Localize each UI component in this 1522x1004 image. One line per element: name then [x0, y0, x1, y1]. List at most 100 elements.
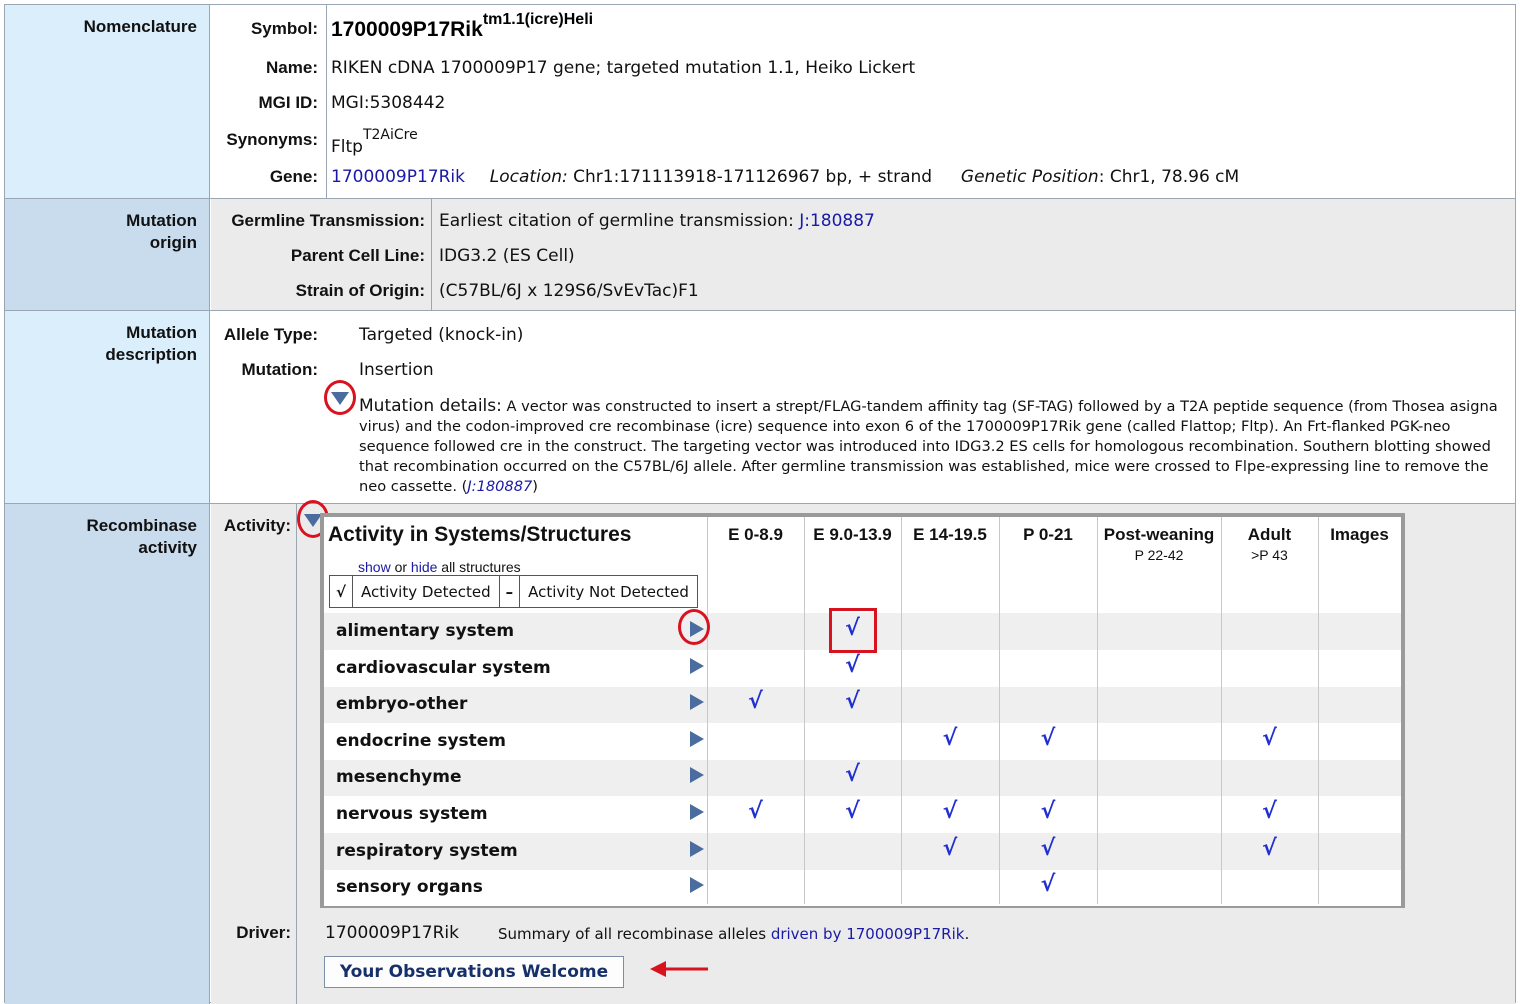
annotation-arrow-icon: [650, 961, 708, 977]
activity-check-mark[interactable]: √: [1255, 726, 1285, 751]
legend-detected-symbol: √: [330, 576, 354, 607]
system-label: nervous system: [336, 804, 488, 824]
activity-check-mark[interactable]: √: [1255, 836, 1285, 861]
show-all-link[interactable]: show: [358, 559, 391, 575]
system-label: mesenchyme: [336, 767, 462, 788]
driver-summary: Summary of all recombinase alleles drive…: [498, 925, 970, 943]
system-label: endocrine system: [336, 730, 507, 751]
system-label: alimentary system: [336, 621, 515, 641]
mgi-id-label: MGI ID:: [258, 93, 319, 112]
activity-check-mark[interactable]: √: [838, 799, 868, 824]
your-observations-button[interactable]: Your Observations Welcome: [324, 956, 624, 988]
location-label: Location:: [489, 167, 568, 187]
expand-row-icon[interactable]: [690, 877, 704, 894]
allele-type-label: Allele Type:: [223, 325, 318, 344]
allele-symbol: 1700009P17Riktm1.1(icre)Heli: [331, 11, 594, 41]
column-header: Images: [1330, 525, 1389, 544]
mutation-label: Mutation:: [241, 360, 318, 379]
genetic-position-value: : Chr1, 78.96 cM: [1098, 167, 1240, 187]
mutation-value: Insertion: [359, 360, 434, 380]
column-header: Post-weaning P 22-42: [1103, 525, 1215, 563]
column-header: E 9.0-13.9: [813, 525, 892, 544]
table-row: [324, 869, 1401, 907]
column-divider: [1097, 517, 1098, 904]
grid-title: Activity in Systems/Structures: [328, 523, 632, 546]
mutation-origin-heading: Mutation origin: [5, 199, 210, 310]
germline-value: Earliest citation of germline transmissi…: [439, 211, 875, 231]
location-value: Chr1:171113918-171126967 bp, + strand: [573, 167, 933, 187]
activity-check-mark[interactable]: √: [838, 653, 868, 678]
driven-by-link[interactable]: driven by 1700009P17Rik: [771, 925, 965, 943]
mutation-description-section: Mutation description Allele Type: Targete…: [5, 311, 1515, 504]
gene-label: Gene:: [269, 167, 318, 186]
symbol-label: Symbol:: [250, 19, 318, 38]
activity-label: Activity:: [223, 516, 291, 535]
activity-check-mark[interactable]: √: [935, 799, 965, 824]
system-label: cardiovascular system: [336, 657, 551, 678]
show-hide-structures: show or hide all structures: [358, 559, 521, 575]
column-divider: [1318, 517, 1319, 904]
activity-check-mark[interactable]: √: [1033, 836, 1063, 861]
synonym-value: FltpT2AiCre: [331, 127, 418, 157]
activity-check-mark[interactable]: √: [935, 726, 965, 751]
activity-check-mark[interactable]: √: [838, 762, 868, 787]
strain-value: (C57BL/6J x 129S6/SvEvTac)F1: [439, 281, 699, 301]
system-label: embryo-other: [336, 694, 468, 715]
activity-check-mark[interactable]: √: [838, 689, 868, 714]
synonyms-label: Synonyms:: [226, 130, 318, 149]
driver-label: Driver:: [236, 923, 291, 942]
activity-legend: √ Activity Detected – Activity Not Detec…: [329, 575, 698, 608]
mutation-description-heading: Mutation description: [5, 311, 210, 503]
recombinase-activity-heading: Recombinase activity: [5, 504, 210, 1004]
expand-row-icon[interactable]: [690, 840, 704, 857]
mgi-id-value: MGI:5308442: [331, 93, 446, 113]
expand-row-icon[interactable]: [690, 767, 704, 784]
parent-cell-line-value: IDG3.2 (ES Cell): [439, 246, 575, 266]
column-divider: [1221, 517, 1222, 904]
expand-row-icon[interactable]: [690, 694, 704, 711]
annotation-circle: [678, 609, 710, 645]
column-header: P 0-21: [1023, 525, 1073, 544]
mutation-details-toggle-icon[interactable]: [331, 392, 349, 405]
column-header: Adult >P 43: [1247, 525, 1292, 563]
details-citation-link[interactable]: J:180887: [467, 478, 532, 495]
mutation-details: Mutation details: A vector was construct…: [359, 396, 1498, 495]
legend-detected-label: Activity Detected: [353, 576, 500, 607]
mutation-origin-section: Mutation origin Germline Transmission: Ea…: [5, 199, 1515, 311]
parent-cell-line-label: Parent Cell Line:: [290, 246, 425, 265]
column-divider: [901, 517, 902, 904]
annotation-rectangle: [829, 608, 877, 653]
gene-row: 1700009P17Rik Location: Chr1:171113918-1…: [331, 167, 1239, 187]
activity-check-mark[interactable]: √: [1033, 726, 1063, 751]
expand-row-icon[interactable]: [690, 730, 704, 747]
gene-link[interactable]: 1700009P17Rik: [331, 167, 465, 187]
activity-check-mark[interactable]: √: [935, 836, 965, 861]
allele-name: RIKEN cDNA 1700009P17 gene; targeted mut…: [331, 58, 916, 78]
legend-not-detected-symbol: –: [500, 576, 521, 607]
genetic-position-label: Genetic Position: [960, 167, 1099, 187]
column-divider: [999, 517, 1000, 904]
germline-label: Germline Transmission:: [231, 211, 425, 230]
system-label: sensory organs: [336, 877, 483, 898]
activity-check-mark[interactable]: √: [741, 689, 771, 714]
activity-check-mark[interactable]: √: [741, 799, 771, 824]
legend-not-detected-label: Activity Not Detected: [528, 582, 689, 601]
column-divider: [804, 517, 805, 904]
column-header: E 14-19.5: [913, 525, 987, 544]
hide-all-link[interactable]: hide: [411, 559, 437, 575]
system-label: respiratory system: [336, 840, 518, 861]
activity-check-mark[interactable]: √: [1033, 799, 1063, 824]
nomenclature-section: Nomenclature Symbol: 1700009P17Riktm1.1(…: [5, 5, 1515, 199]
activity-check-mark[interactable]: √: [1255, 799, 1285, 824]
column-header: E 0-8.9: [728, 525, 783, 544]
name-label: Name:: [266, 58, 318, 77]
driver-value: 1700009P17Rik: [325, 923, 459, 943]
germline-citation-link[interactable]: J:180887: [799, 211, 875, 231]
expand-row-icon[interactable]: [690, 657, 704, 674]
strain-label: Strain of Origin:: [295, 281, 425, 300]
expand-row-icon[interactable]: [690, 804, 704, 820]
activity-check-mark[interactable]: √: [1033, 872, 1063, 897]
allele-type-value: Targeted (knock-in): [359, 325, 524, 345]
activity-grid: Activity in Systems/Structures show or h…: [320, 513, 1405, 908]
column-divider: [707, 517, 708, 904]
